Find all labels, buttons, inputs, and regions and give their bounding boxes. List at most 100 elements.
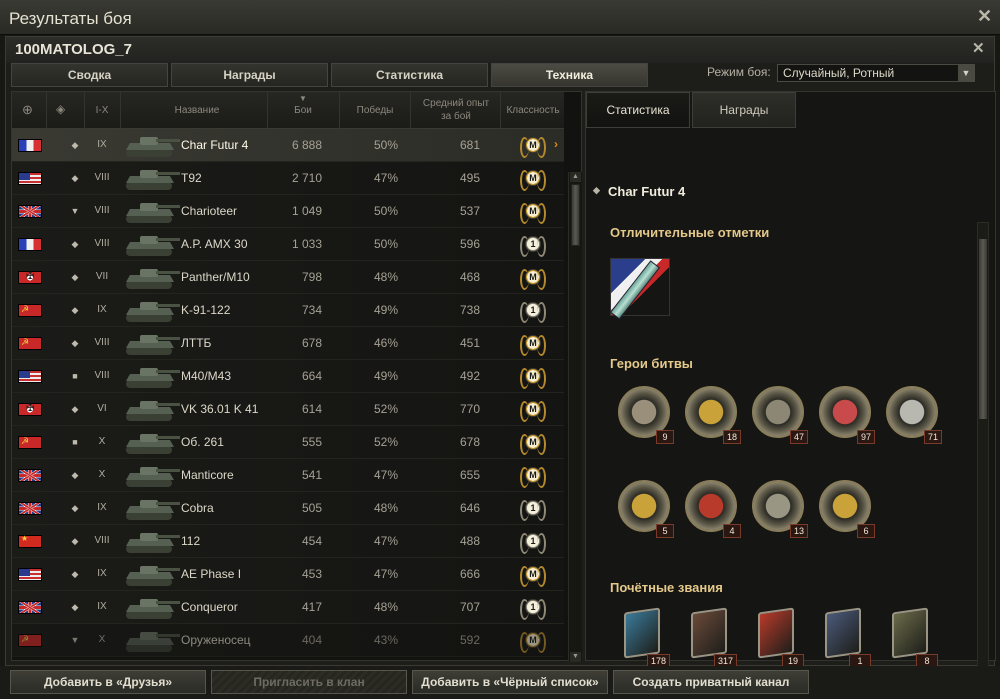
wins-header[interactable]: Победы [340, 104, 410, 117]
tier-cell: IX [97, 502, 107, 513]
close-player-icon[interactable]: ✕ [972, 41, 985, 56]
table-row[interactable]: ◆ X Manticore 541 47% 655 M [12, 459, 564, 492]
mastery-badge-icon[interactable]: 1 [520, 233, 546, 257]
medal-red-shield-icon[interactable]: 4 [681, 478, 741, 538]
mastery-badge-icon[interactable]: M [520, 332, 546, 356]
tab-awards[interactable]: Награды [171, 63, 328, 87]
table-row[interactable]: ◆ IX Char Futur 4 6 888 50% 681 M › [12, 129, 564, 162]
vehicle-name: Conqueror [181, 600, 238, 614]
tab-summary[interactable]: Сводка [11, 63, 168, 87]
avg-xp-header[interactable]: Средний опыт за бой [422, 97, 490, 123]
battles-header[interactable]: Бои [268, 104, 338, 117]
mastery-badge-icon[interactable]: M [520, 464, 546, 488]
create-private-channel-button[interactable]: Создать приватный канал [613, 670, 809, 694]
avg-xp-cell: 596 [459, 237, 480, 251]
table-row[interactable]: ◆ VIII T92 2 710 47% 495 M [12, 162, 564, 195]
tab-vehicle-statistics[interactable]: Статистика [586, 92, 690, 128]
detail-scrollbar[interactable] [977, 222, 989, 682]
detail-scroll-thumb[interactable] [979, 239, 987, 419]
table-row[interactable]: ◆ VII Panther/M10 798 48% 468 M [12, 261, 564, 294]
rank-blue-emblem-icon[interactable]: 178 [618, 607, 670, 668]
rank-red-star-icon[interactable]: 19 [752, 607, 804, 668]
table-row[interactable]: ■ VIII M40/M43 664 49% 492 M [12, 360, 564, 393]
mastery-badge-icon[interactable]: M [520, 365, 546, 389]
mastery-badge-icon[interactable]: M [520, 167, 546, 191]
mastery-badge-icon[interactable]: M [520, 563, 546, 587]
medal-three-tanks-icon[interactable]: 47 [748, 384, 808, 444]
spg-tank-icon: ■ [72, 437, 78, 447]
mastery-badge-icon[interactable]: 1 [520, 299, 546, 323]
mastery-badge-icon[interactable]: M [520, 200, 546, 224]
battle-mode-select[interactable]: Случайный, Ротный ▼ [777, 64, 975, 82]
mastery-badge-icon[interactable]: M [520, 266, 546, 290]
add-blacklist-button[interactable]: Добавить в «Чёрный список» [412, 670, 608, 694]
battles-cell: 417 [301, 600, 322, 614]
wins-cell: 48% [373, 600, 398, 614]
medal-tank-wreath-icon[interactable]: 13 [748, 478, 808, 538]
tier-header[interactable]: I-X [86, 104, 118, 117]
close-window-icon[interactable]: ✕ [977, 7, 992, 25]
table-row[interactable]: ◆ VI VK 36.01 K 41 614 52% 770 M [12, 393, 564, 426]
rank-blue-tanks-icon[interactable]: 1 [819, 607, 871, 668]
add-friend-button[interactable]: Добавить в «Друзья» [10, 670, 206, 694]
table-row[interactable]: ◆ VIII A.P. AMX 30 1 033 50% 596 1 [12, 228, 564, 261]
mastery-header[interactable]: Классность [502, 104, 564, 117]
table-row[interactable]: ◆ IX Cobra 505 48% 646 1 [12, 492, 564, 525]
vehicle-name: AE Phase I [181, 567, 242, 581]
td-tank-icon: ▼ [70, 206, 80, 216]
rank-tank-duel-icon[interactable]: 317 [685, 607, 737, 668]
gun-mark-icon[interactable] [609, 258, 670, 320]
vehicle-name: Об. 261 [181, 435, 224, 449]
table-row[interactable]: ◆ VIII 112 454 47% 488 1 [12, 525, 564, 558]
table-row[interactable]: ◆ IX Conqueror 417 48% 707 1 [12, 591, 564, 624]
globe-icon[interactable]: ⊕ [22, 103, 33, 116]
action-bar: Добавить в «Друзья» Пригласить в клан До… [0, 666, 1000, 699]
table-row[interactable]: ▼ X Оруженосец 404 43% 592 M [12, 624, 564, 657]
mastery-badge-icon[interactable]: 1 [520, 497, 546, 521]
mastery-badge-icon[interactable]: 1 [520, 596, 546, 620]
table-row[interactable]: ◆ VIII ЛТТБ 678 46% 451 M [12, 327, 564, 360]
medal-star-tank-icon[interactable]: 6 [815, 478, 875, 538]
rank-card [825, 607, 861, 659]
tank-icon [122, 131, 182, 161]
name-header[interactable]: Название [132, 104, 262, 117]
uk-flag-icon [18, 502, 42, 515]
vehicle-type-icon[interactable]: ◈ [56, 103, 65, 116]
rank-card [624, 607, 660, 659]
table-row[interactable]: ◆ IX AE Phase I 453 47% 666 M [12, 558, 564, 591]
scroll-down-icon[interactable]: ▼ [570, 652, 581, 662]
table-row[interactable]: ▼ VIII Charioteer 1 049 50% 537 M [12, 195, 564, 228]
wins-cell: 52% [373, 435, 398, 449]
vehicle-rows: ◆ IX Char Futur 4 6 888 50% 681 M › ◆ VIII T92 2 71… [12, 129, 564, 662]
battles-cell: 664 [301, 369, 322, 383]
tank-icon [122, 164, 182, 194]
tab-vehicles[interactable]: Техника [491, 63, 648, 87]
mastery-badge-icon[interactable]: M [520, 629, 546, 653]
rank-chevron-icon[interactable]: 8 [886, 607, 938, 668]
medal-tank-shield-icon[interactable]: 5 [614, 478, 674, 538]
medal-red-cross-icon[interactable]: 97 [815, 384, 875, 444]
mastery-badge-icon[interactable]: 1 [520, 530, 546, 554]
avg-xp-cell: 451 [459, 336, 480, 350]
avg-xp-cell: 646 [459, 501, 480, 515]
table-row[interactable]: ◆ IX K-91-122 734 49% 738 1 [12, 294, 564, 327]
window-title: Результаты боя [9, 9, 132, 28]
battles-cell: 1 033 [291, 237, 322, 251]
tab-statistics[interactable]: Статистика [331, 63, 488, 87]
heroes-heading: Герои битвы [610, 356, 693, 371]
tank-icon [122, 329, 182, 359]
scroll-up-icon[interactable]: ▲ [570, 172, 581, 182]
table-scrollbar[interactable]: ▲ ▼ [568, 172, 582, 662]
invite-clan-button[interactable]: Пригласить в клан [211, 670, 407, 694]
wins-cell: 49% [373, 303, 398, 317]
mastery-badge-icon[interactable]: M [520, 431, 546, 455]
mastery-badge-icon[interactable]: M [520, 134, 546, 158]
mastery-badge-icon[interactable]: M [520, 398, 546, 422]
medal-sword-icon[interactable]: 9 [614, 384, 674, 444]
medal-tank-gold-icon[interactable]: 18 [681, 384, 741, 444]
table-row[interactable]: ■ X Об. 261 555 52% 678 M [12, 426, 564, 459]
wins-cell: 52% [373, 402, 398, 416]
tab-vehicle-awards[interactable]: Награды [692, 92, 796, 128]
medal-cannon-burst-icon[interactable]: 71 [882, 384, 942, 444]
scroll-thumb[interactable] [571, 184, 580, 246]
